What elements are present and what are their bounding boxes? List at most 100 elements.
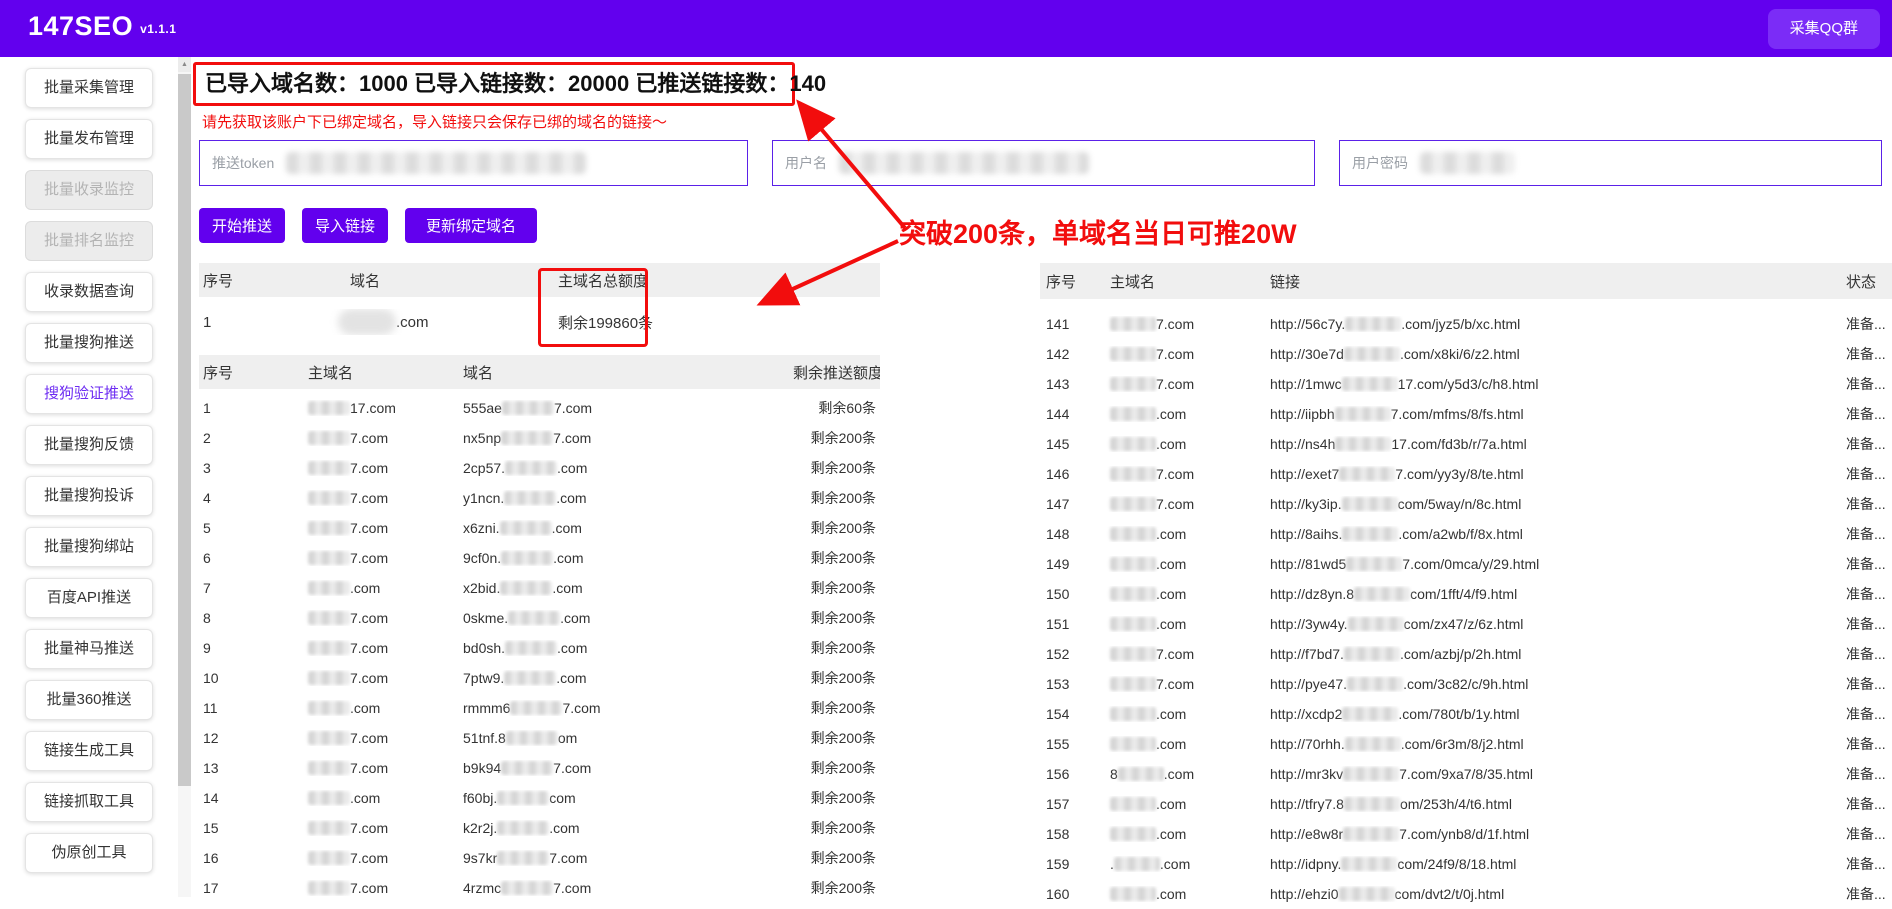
cell-domain: rmmm67.com: [459, 700, 789, 716]
sidebar-item[interactable]: 批量搜狗推送: [25, 323, 153, 363]
cell-status: 准备...: [1840, 614, 1892, 634]
sidebar-item[interactable]: 批量收录监控: [25, 170, 153, 210]
blurred-main-domain: [308, 701, 350, 715]
cell-main-domain: 7.com: [304, 850, 459, 866]
cell-index: 154: [1040, 706, 1104, 722]
blurred-link: [1346, 557, 1402, 571]
cell-main-domain: .com: [1104, 526, 1264, 542]
cell-index: 14: [199, 790, 304, 806]
sidebar-item[interactable]: 批量神马推送: [25, 629, 153, 669]
cell-index: 17: [199, 880, 304, 896]
cell-status: 准备...: [1840, 824, 1892, 844]
sidebar-item[interactable]: 百度API推送: [25, 578, 153, 618]
cell-index: 1: [199, 400, 304, 416]
cell-main-domain: .com: [1104, 796, 1264, 812]
blurred-main-domain: [308, 491, 350, 505]
qq-group-button[interactable]: 采集QQ群: [1768, 9, 1880, 49]
cell-link: http://30e7d.com/x8ki/6/z2.html: [1264, 346, 1840, 362]
quota-table-row: 17 7.com 4rzmc7.com 剩余200条: [199, 873, 880, 903]
cell-domain: nx5np7.com: [459, 430, 789, 446]
quota-table-row: 13 7.com b9k947.com 剩余200条: [199, 753, 880, 783]
cell-status: 准备...: [1840, 884, 1892, 904]
cell-index: 1: [199, 314, 304, 331]
quota-table-row: 7 .com x2bid..com 剩余200条: [199, 573, 880, 603]
cell-main-domain: .com: [304, 580, 459, 596]
password-input[interactable]: 用户密码: [1339, 140, 1882, 186]
cell-index: 5: [199, 520, 304, 536]
cell-status: 准备...: [1840, 494, 1892, 514]
cell-index: 156: [1040, 766, 1104, 782]
sidebar-item[interactable]: 批量发布管理: [25, 119, 153, 159]
sidebar-item[interactable]: 收录数据查询: [25, 272, 153, 312]
cell-status: 准备...: [1840, 674, 1892, 694]
cell-index: 10: [199, 670, 304, 686]
sidebar-item-label: 链接抓取工具: [44, 793, 134, 810]
cell-remaining-quota: 剩余200条: [789, 518, 880, 538]
start-push-button[interactable]: 开始推送: [199, 208, 285, 243]
sidebar-item[interactable]: 链接生成工具: [25, 731, 153, 771]
col-header-index: 序号: [199, 362, 304, 383]
import-links-button[interactable]: 导入链接: [302, 208, 388, 243]
sidebar-item[interactable]: 批量搜狗投诉: [25, 476, 153, 516]
sidebar-item[interactable]: 批量采集管理: [25, 68, 153, 108]
update-domains-button[interactable]: 更新绑定域名: [405, 208, 537, 243]
sidebar-item[interactable]: 批量搜狗绑站: [25, 527, 153, 567]
cell-remaining-quota: 剩余200条: [789, 578, 880, 598]
sidebar-item[interactable]: 伪原创工具: [25, 833, 153, 873]
blurred-link: [1342, 527, 1398, 541]
sidebar-item-label: 批量采集管理: [44, 79, 134, 96]
sidebar-item[interactable]: 链接抓取工具: [25, 782, 153, 822]
cell-index: 155: [1040, 736, 1104, 752]
cell-domain: 4rzmc7.com: [459, 880, 789, 896]
col-header-status: 状态: [1840, 271, 1892, 292]
scrollbar-up-arrow[interactable]: ▲: [178, 57, 191, 72]
cell-index: 7: [199, 580, 304, 596]
cell-remaining-quota: 剩余200条: [789, 848, 880, 868]
username-input[interactable]: 用户名: [772, 140, 1315, 186]
cell-main-domain: 7.com: [304, 820, 459, 836]
cell-domain: x6zni..com: [459, 520, 789, 536]
cell-main-domain: 7.com: [1104, 676, 1264, 692]
sidebar-item[interactable]: 批量搜狗反馈: [25, 425, 153, 465]
sidebar-item-label: 批量搜狗投诉: [44, 487, 134, 504]
push-table: 序号 主域名 链接 状态 141 7.com http://56c7y..com…: [1040, 263, 1892, 909]
push-table-row: 141 7.com http://56c7y..com/jyz5/b/xc.ht…: [1040, 309, 1892, 339]
cell-link: http://exet77.com/yy3y/8/te.html: [1264, 466, 1840, 482]
cell-main-domain: 7.com: [1104, 316, 1264, 332]
push-token-input[interactable]: 推送token: [199, 140, 748, 186]
blurred-link: [1339, 887, 1395, 901]
cell-total-quota: 剩余199860条: [554, 312, 880, 333]
push-table-row: 151 .com http://3yw4y.com/zx47/z/6z.html…: [1040, 609, 1892, 639]
cell-main-domain: 7.com: [304, 880, 459, 896]
sidebar-item[interactable]: 批量360推送: [25, 680, 153, 720]
cell-remaining-quota: 剩余200条: [789, 668, 880, 688]
top-bar: 147SEOv1.1.1 采集QQ群: [0, 0, 1892, 57]
cell-link: http://81wd57.com/0mca/y/29.html: [1264, 556, 1840, 572]
sidebar-item-label: 批量搜狗绑站: [44, 538, 134, 555]
cell-status: 准备...: [1840, 734, 1892, 754]
push-table-row: 153 7.com http://pye47..com/3c82/c/9h.ht…: [1040, 669, 1892, 699]
sidebar-item[interactable]: 批量排名监控: [25, 221, 153, 261]
sidebar-item-label: 批量搜狗反馈: [44, 436, 134, 453]
cell-index: 8: [199, 610, 304, 626]
cell-domain: 9s7kr7.com: [459, 850, 789, 866]
cell-link: http://f7bd7..com/azbj/p/2h.html: [1264, 646, 1840, 662]
push-table-row: 156 8.com http://mr3kv7.com/9xa7/8/35.ht…: [1040, 759, 1892, 789]
blurred-link: [1342, 707, 1398, 721]
cell-index: 15: [199, 820, 304, 836]
blurred-main-domain: [1110, 887, 1156, 901]
quota-table-body: 1 17.com 555ae7.com 剩余60条 2 7.com nx5np7…: [199, 389, 880, 903]
stats-banner-text: 已导入域名数：1000 已导入链接数：20000 已推送链接数：140: [205, 71, 826, 96]
sidebar-item[interactable]: 搜狗验证推送: [25, 374, 153, 414]
cell-index: 160: [1040, 886, 1104, 902]
blurred-link: [1344, 647, 1400, 661]
domain-table: 序号 域名 主域名总额度 1 .com 剩余199860条 序号 主域名 域名 …: [199, 263, 880, 903]
blurred-main-domain: [1110, 557, 1156, 571]
quota-table-row: 1 17.com 555ae7.com 剩余60条: [199, 393, 880, 423]
cell-status: 准备...: [1840, 464, 1892, 484]
cell-link: http://xcdp2.com/780t/b/1y.html: [1264, 706, 1840, 722]
quota-table-row: 14 .com f60bj.com 剩余200条: [199, 783, 880, 813]
cell-main-domain: 7.com: [304, 670, 459, 686]
cell-domain: 51tnf.8om: [459, 730, 789, 746]
scrollbar-thumb[interactable]: [178, 74, 191, 786]
